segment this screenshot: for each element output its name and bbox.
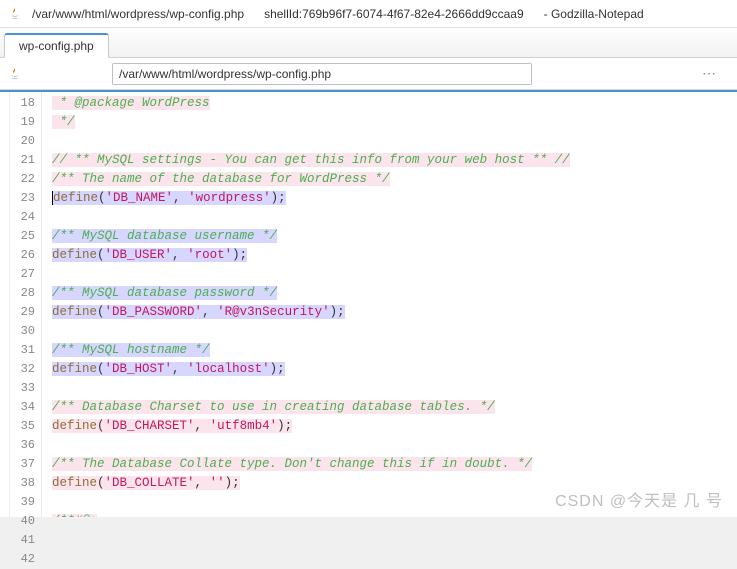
tab-wp-config[interactable]: wp-config.php	[4, 33, 109, 58]
code-line[interactable]	[52, 379, 737, 398]
code-area[interactable]: * @package WordPress */ // ** MySQL sett…	[42, 92, 737, 517]
editor-margin	[0, 92, 10, 517]
line-number: 32	[10, 360, 35, 379]
code-line[interactable]: // ** MySQL settings - You can get this …	[52, 151, 737, 170]
code-line[interactable]: define('DB_COLLATE', '');	[52, 474, 737, 493]
line-number: 25	[10, 227, 35, 246]
code-line[interactable]: */	[52, 113, 737, 132]
line-number: 31	[10, 341, 35, 360]
line-number: 28	[10, 284, 35, 303]
line-number: 29	[10, 303, 35, 322]
title-bar: /var/www/html/wordpress/wp-config.php sh…	[0, 0, 737, 28]
code-line[interactable]: /** The name of the database for WordPre…	[52, 170, 737, 189]
code-line[interactable]	[52, 132, 737, 151]
code-line[interactable]: /** Database Charset to use in creating …	[52, 398, 737, 417]
line-number: 36	[10, 436, 35, 455]
code-line[interactable]	[52, 265, 737, 284]
line-number: 34	[10, 398, 35, 417]
line-number: 26	[10, 246, 35, 265]
title-app: - Godzilla-Notepad	[544, 7, 644, 21]
code-line[interactable]	[52, 436, 737, 455]
code-line[interactable]: define('DB_PASSWORD', 'R@v3nSecurity');	[52, 303, 737, 322]
code-line[interactable]: /** MySQL database password */	[52, 284, 737, 303]
line-number: 30	[10, 322, 35, 341]
line-number: 42	[10, 550, 35, 569]
line-number: 20	[10, 132, 35, 151]
line-number: 19	[10, 113, 35, 132]
line-number: 38	[10, 474, 35, 493]
code-line[interactable]: define('DB_NAME', 'wordpress');	[52, 189, 737, 208]
line-number: 27	[10, 265, 35, 284]
title-path: /var/www/html/wordpress/wp-config.php	[32, 7, 244, 21]
line-number: 39	[10, 493, 35, 512]
window-title: /var/www/html/wordpress/wp-config.php sh…	[32, 7, 644, 21]
code-line[interactable]: define('DB_HOST', 'localhost');	[52, 360, 737, 379]
tab-bar: wp-config.php	[0, 28, 737, 58]
line-number: 23	[10, 189, 35, 208]
line-number: 40	[10, 512, 35, 531]
code-line[interactable]	[52, 208, 737, 227]
line-number: 24	[10, 208, 35, 227]
code-editor[interactable]: 1819202122232425262728293031323334353637…	[0, 90, 737, 517]
code-line[interactable]: /** MySQL database username */	[52, 227, 737, 246]
more-menu-icon[interactable]: ⋯	[690, 65, 729, 82]
code-line[interactable]: /**#@+	[52, 512, 737, 517]
code-line[interactable]: define('DB_CHARSET', 'utf8mb4');	[52, 417, 737, 436]
java-icon	[8, 6, 24, 22]
toolbar: ⋯	[0, 58, 737, 90]
line-number: 33	[10, 379, 35, 398]
code-line[interactable]	[52, 322, 737, 341]
line-number: 41	[10, 531, 35, 550]
java-icon	[8, 66, 24, 82]
code-line[interactable]: /** MySQL hostname */	[52, 341, 737, 360]
line-number: 22	[10, 170, 35, 189]
line-number: 21	[10, 151, 35, 170]
line-number: 18	[10, 94, 35, 113]
code-line[interactable]	[52, 493, 737, 512]
line-number: 35	[10, 417, 35, 436]
path-input[interactable]	[112, 63, 532, 85]
code-line[interactable]: /** The Database Collate type. Don't cha…	[52, 455, 737, 474]
code-line[interactable]: * @package WordPress	[52, 94, 737, 113]
line-number: 37	[10, 455, 35, 474]
code-line[interactable]: define('DB_USER', 'root');	[52, 246, 737, 265]
title-shell: shellId:769b96f7-6074-4f67-82e4-2666dd9c…	[264, 7, 524, 21]
line-number-gutter: 1819202122232425262728293031323334353637…	[10, 92, 42, 517]
